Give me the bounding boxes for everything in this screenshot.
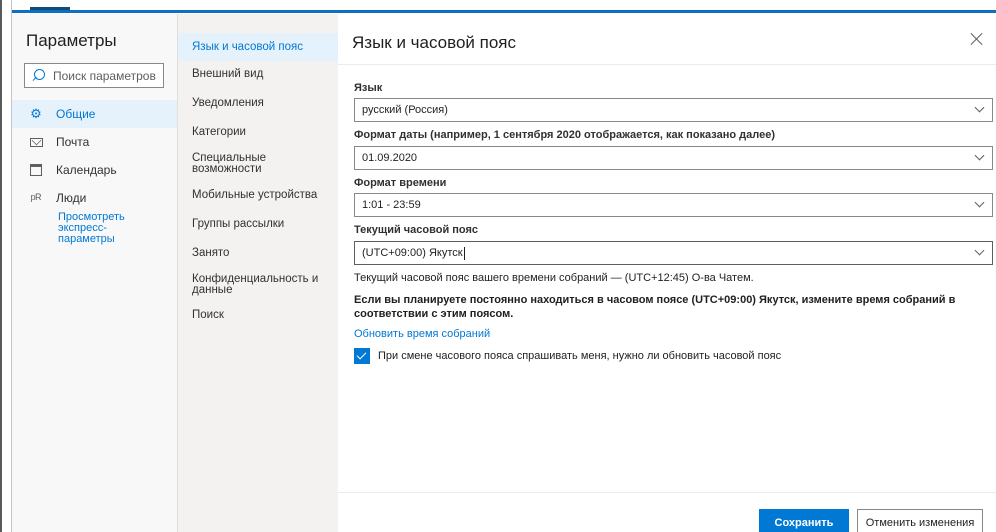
sidebar-nav: ⚙ Общие Почта Календарь ᵖᴿ Люди Просмотр…	[12, 100, 177, 245]
time-format-label: Формат времени	[354, 177, 447, 189]
date-format-label: Формат даты (например, 1 сентября 2020 о…	[354, 129, 775, 141]
subnav-item-distribution-groups[interactable]: Группы рассылки	[178, 218, 338, 230]
quick-settings-link[interactable]: Просмотреть экспресс- параметры	[12, 212, 152, 245]
close-icon[interactable]	[970, 32, 984, 46]
sidebar-item-label: Календарь	[56, 163, 117, 177]
general-subnav: Язык и часовой пояс Внешний вид Уведомле…	[178, 14, 338, 532]
mail-icon	[28, 135, 44, 149]
subnav-item-language-timezone[interactable]: Язык и часовой пояс	[178, 33, 338, 61]
update-meeting-times-link[interactable]: Обновить время собраний	[354, 328, 490, 340]
chevron-down-icon	[974, 150, 985, 161]
footer-divider	[338, 492, 996, 493]
subnav-item-appearance[interactable]: Внешний вид	[178, 68, 338, 80]
sidebar-item-label: Люди	[56, 191, 87, 205]
top-tab-indicator	[30, 7, 70, 10]
search-input[interactable]: Поиск параметров	[24, 63, 164, 88]
subnav-item-search[interactable]: Поиск	[178, 309, 338, 321]
sidebar-item-label: Общие	[56, 107, 96, 121]
backdrop-left-edge	[0, 0, 12, 532]
cancel-button[interactable]: Отменить изменения	[857, 509, 983, 532]
sidebar-item-general[interactable]: ⚙ Общие	[12, 100, 177, 128]
subnav-item-mobile-devices[interactable]: Мобильные устройства	[178, 189, 338, 201]
settings-sidebar: Параметры Поиск параметров ⚙ Общие Почта…	[12, 14, 178, 532]
sidebar-item-calendar[interactable]: Календарь	[12, 156, 177, 184]
subnav-item-notifications[interactable]: Уведомления	[178, 97, 338, 109]
chevron-down-icon	[974, 197, 985, 208]
language-dropdown[interactable]: русский (Россия)	[354, 98, 993, 122]
chevron-down-icon	[974, 102, 985, 113]
timezone-change-notice: Если вы планируете постоянно находиться …	[354, 294, 956, 320]
page-title: Язык и часовой пояс	[352, 33, 517, 52]
timezone-dropdown[interactable]: (UTC+09:00) Якутск	[354, 241, 993, 265]
subnav-item-busy[interactable]: Занято	[178, 247, 338, 259]
ask-on-timezone-change-checkbox[interactable]: При смене часового пояса спрашивать меня…	[354, 348, 781, 364]
app-top-bar	[0, 0, 996, 14]
save-button[interactable]: Сохранить	[759, 509, 849, 532]
top-accent-line	[12, 10, 996, 13]
sidebar-item-mail[interactable]: Почта	[12, 128, 177, 156]
date-format-dropdown[interactable]: 01.09.2020	[354, 146, 993, 170]
subnav-item-accessibility[interactable]: Специальные возможности	[178, 152, 338, 175]
gear-icon: ⚙	[30, 106, 42, 121]
subnav-item-privacy[interactable]: Конфиденциальность и данные	[178, 273, 338, 296]
title-divider	[338, 64, 996, 65]
settings-title: Параметры	[26, 31, 117, 50]
text-caret	[463, 246, 465, 260]
settings-dialog: Параметры Поиск параметров ⚙ Общие Почта…	[12, 14, 996, 532]
calendar-icon	[28, 163, 44, 177]
meeting-timezone-info: Текущий часовой пояс вашего времени собр…	[354, 272, 754, 284]
time-format-dropdown[interactable]: 1:01 - 23:59	[354, 193, 993, 217]
language-label: Язык	[354, 82, 383, 94]
people-icon: ᵖᴿ	[30, 190, 42, 206]
sidebar-item-people[interactable]: ᵖᴿ Люди	[12, 184, 177, 212]
subnav-item-categories[interactable]: Категории	[178, 126, 338, 138]
checkbox-label: При смене часового пояса спрашивать меня…	[378, 350, 782, 362]
checkmark-icon	[354, 348, 370, 364]
chevron-down-icon	[974, 245, 985, 256]
language-timezone-pane: Язык и часовой пояс Язык русский (Россия…	[338, 14, 996, 532]
sidebar-item-label: Почта	[56, 135, 90, 149]
search-placeholder: Поиск параметров	[53, 68, 156, 83]
search-icon	[33, 68, 47, 83]
timezone-label: Текущий часовой пояс	[354, 224, 479, 236]
